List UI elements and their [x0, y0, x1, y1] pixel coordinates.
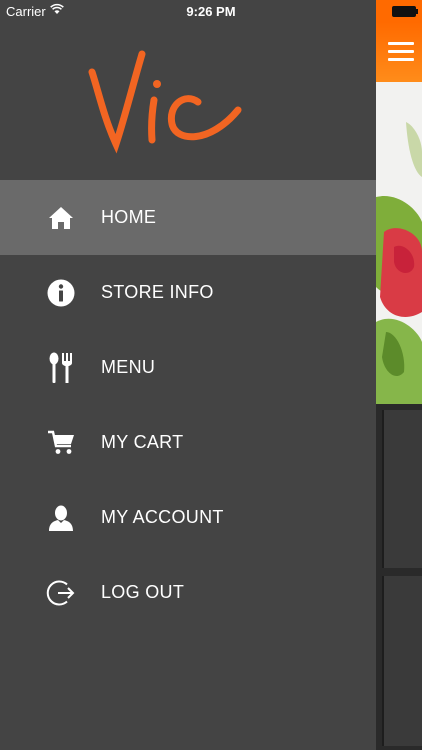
menu-item-label: MY CART: [101, 432, 184, 452]
home-icon: [46, 203, 76, 233]
main-content-preview[interactable]: [376, 0, 422, 750]
brand-logo: [0, 22, 376, 180]
user-icon: [46, 503, 76, 533]
menu-item-home[interactable]: HOME: [0, 180, 376, 255]
nav-menu: HOME STORE INFO MENU MY CART MY ACCOUNT …: [0, 180, 376, 630]
logout-icon: [46, 578, 76, 608]
status-bar: Carrier 9:26 PM: [0, 0, 422, 22]
menu-item-log-out[interactable]: LOG OUT: [0, 555, 376, 630]
category-tile[interactable]: [382, 410, 422, 568]
menu-item-menu[interactable]: MENU: [0, 330, 376, 405]
vic-logo-mark: [88, 50, 242, 154]
menu-item-label: MENU: [101, 357, 156, 377]
cart-icon: [46, 428, 76, 458]
menu-item-label: MY ACCOUNT: [101, 507, 224, 527]
status-time: 9:26 PM: [186, 4, 236, 19]
menu-item-label: STORE INFO: [101, 282, 214, 302]
menu-item-label: HOME: [101, 207, 157, 227]
menu-item-my-cart[interactable]: MY CART: [0, 405, 376, 480]
menu-item-my-account[interactable]: MY ACCOUNT: [0, 480, 376, 555]
info-icon: [46, 278, 76, 308]
category-tile[interactable]: [382, 576, 422, 746]
battery-icon: [392, 6, 418, 17]
hamburger-menu-icon[interactable]: [388, 42, 414, 62]
food-banner-image: [376, 82, 422, 404]
utensils-icon: [46, 352, 76, 383]
side-drawer: HOME STORE INFO MENU MY CART MY ACCOUNT …: [0, 0, 376, 750]
food-photo: [376, 82, 422, 404]
menu-item-label: LOG OUT: [101, 582, 185, 602]
menu-item-store-info[interactable]: STORE INFO: [0, 255, 376, 330]
